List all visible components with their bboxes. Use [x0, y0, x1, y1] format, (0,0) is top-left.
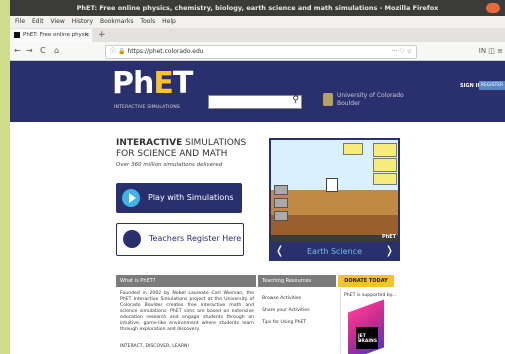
menu-bar: File Edit View History Bookmarks Tools H…	[10, 16, 505, 28]
info-icon[interactable]: ⓘ	[110, 48, 116, 55]
forward-icon[interactable]: →	[26, 44, 33, 58]
teaching-resources-heading: Teaching Resources	[258, 275, 336, 287]
teachers-label: Teachers Register Here	[149, 234, 242, 243]
new-tab-button[interactable]: +	[98, 28, 106, 42]
page-headline: INTERACTIVE SIMULATIONS FOR SCIENCE AND …	[116, 138, 247, 159]
logo-subtitle: INTERACTIVE SIMULATIONS	[114, 105, 180, 110]
back-icon[interactable]: ←	[14, 44, 21, 58]
link-browse-activities[interactable]: Browse Activities	[262, 293, 309, 305]
window-title: PhET: Free online physics, chemistry, bi…	[76, 4, 439, 12]
tab-bar: PhET: Free online physic × +	[10, 28, 505, 42]
jetbrains-text: JET BRAINS	[358, 334, 378, 344]
teaching-resources-list: Browse Activities Share your Activities …	[262, 293, 309, 329]
menu-tools[interactable]: Tools	[140, 18, 155, 25]
link-tips[interactable]: Tips for Using PhET	[262, 317, 309, 329]
play-label: Play with Simulations	[148, 193, 234, 202]
register-button[interactable]: REGISTER	[479, 81, 505, 90]
menu-help[interactable]: Help	[162, 18, 176, 25]
tab-label: PhET: Free online physic	[23, 32, 90, 38]
menu-history[interactable]: History	[72, 18, 93, 25]
menu-view[interactable]: View	[51, 18, 65, 25]
url-text: https://phet.colorado.edu	[127, 48, 204, 55]
carousel-next-icon[interactable]: ❭	[385, 244, 394, 258]
page-actions-icon[interactable]: ··· ♡ ☆	[392, 46, 412, 58]
navigation-bar: ← → C ⌂ ⓘ 🔒 https://phet.colorado.edu ··· …	[10, 42, 505, 61]
simulation-thumbnail[interactable]	[271, 140, 398, 242]
menu-file[interactable]: File	[15, 18, 25, 25]
about-tagline: INTERACT, DISCOVER, LEARN!	[120, 344, 190, 349]
url-bar[interactable]: ⓘ 🔒 https://phet.colorado.edu ··· ♡ ☆	[105, 45, 417, 59]
cu-logo-icon[interactable]	[323, 93, 333, 106]
teachers-register-button[interactable]: Teachers Register Here	[116, 223, 244, 256]
close-window-button[interactable]	[486, 3, 500, 13]
phet-logo[interactable]: PhET	[112, 67, 193, 101]
featured-simulation[interactable]: PhET ❬ Earth Science ❭	[269, 138, 400, 261]
main-content: INTERACTIVE SIMULATIONS FOR SCIENCE AND …	[10, 122, 505, 354]
browser-window: PhET: Free online physics, chemistry, bi…	[10, 0, 505, 354]
close-tab-icon[interactable]: ×	[84, 29, 89, 42]
donate-button[interactable]: DONATE TODAY	[338, 275, 394, 287]
play-simulations-button[interactable]: Play with Simulations	[116, 183, 242, 213]
home-icon[interactable]: ⌂	[54, 44, 59, 58]
toolbar-icons[interactable]: IN ◫ ≡	[479, 44, 503, 58]
lock-icon: 🔒	[118, 48, 126, 55]
window-titlebar: PhET: Free online physics, chemistry, bi…	[10, 0, 505, 16]
link-share-activities[interactable]: Share your Activities	[262, 305, 309, 317]
site-header: PhET INTERACTIVE SIMULATIONS ⚲ Universit…	[10, 61, 505, 122]
delivery-count: Over 360 million simulations delivered	[116, 162, 223, 168]
search-input[interactable]: ⚲	[208, 95, 302, 109]
university-name[interactable]: University of Colorado Boulder	[337, 92, 404, 108]
search-icon[interactable]: ⚲	[292, 95, 299, 105]
favicon-icon	[14, 31, 20, 38]
sim-phet-mark: PhET	[381, 234, 396, 240]
feature-caption[interactable]: Earth Science	[269, 242, 400, 261]
about-paragraph: Founded in 2002 by Nobel Laureate Carl W…	[120, 291, 254, 332]
reload-icon[interactable]: C	[40, 44, 46, 58]
teacher-icon	[123, 230, 141, 248]
tab-phet[interactable]: PhET: Free online physic ×	[10, 29, 92, 42]
what-is-phet-heading: What is PhET?	[116, 275, 256, 287]
menu-edit[interactable]: Edit	[32, 18, 44, 25]
menu-bookmarks[interactable]: Bookmarks	[100, 18, 134, 25]
supported-by-text: PhET is supported by...	[344, 293, 397, 298]
play-triangle-icon	[129, 193, 136, 203]
